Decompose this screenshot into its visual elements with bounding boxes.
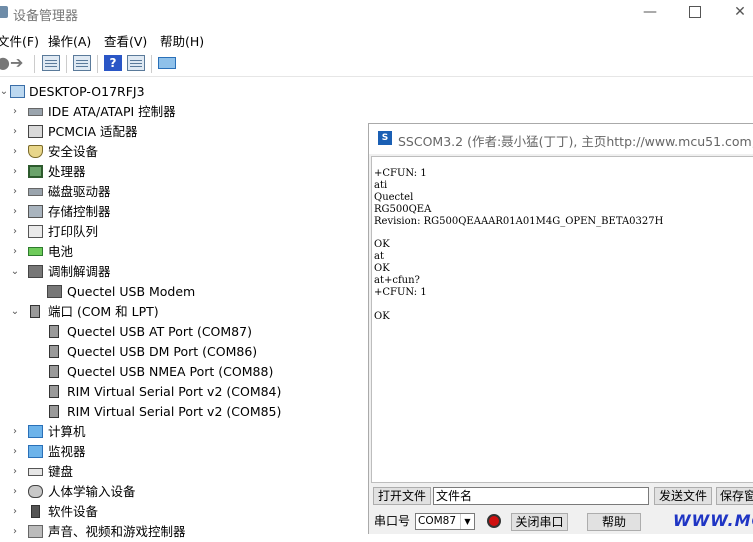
port-select-value: COM87 [418,515,457,527]
chevron-right-icon[interactable]: › [10,462,20,482]
sscom-app-icon: S [378,131,392,145]
title-bar: 设备管理器 — ✕ [0,0,753,27]
menu-bar: 文件(F) 操作(A) 查看(V) 帮助(H) [0,29,753,49]
modem-icon [28,265,43,278]
help-button[interactable]: 帮助 [587,513,641,531]
file-row: 打开文件 文件名 发送文件 保存窗 [369,487,753,509]
terminal-output: +CFUN: 1 ati Quectel RG500QEA Revision: … [374,168,664,322]
keyboard-icon [28,468,43,476]
chevron-right-icon[interactable]: › [10,482,20,502]
pcmcia-adapter-icon [28,125,43,138]
battery-icon [28,247,43,256]
send-file-button[interactable]: 发送文件 [654,487,712,505]
maximize-button[interactable] [672,0,718,27]
close-button[interactable]: ✕ [717,0,753,27]
chevron-right-icon[interactable]: › [10,522,20,542]
port-icon [49,365,59,378]
open-file-button[interactable]: 打开文件 [373,487,431,505]
printer-icon [28,225,43,238]
scan-hardware-icon[interactable] [158,57,176,69]
device-manager-app-icon [0,6,8,18]
chevron-right-icon[interactable]: › [10,442,20,462]
port-select[interactable]: COM87 ▼ [415,513,475,530]
menu-view[interactable]: 查看(V) [104,31,147,50]
toolbar-separator [34,55,35,73]
menu-help[interactable]: 帮助(H) [160,31,204,50]
modem-icon [47,285,62,298]
toolbar-separator [97,55,98,73]
sscom-title-bar[interactable]: S SSCOM3.2 (作者:聂小猛(丁丁), 主页http://www.mcu… [369,124,753,154]
chevron-right-icon[interactable]: › [10,142,20,162]
port-status-led-icon [487,514,501,528]
menu-action[interactable]: 操作(A) [48,31,91,50]
chevron-down-icon[interactable]: ⌄ [10,262,20,282]
receive-textarea[interactable]: +CFUN: 1 ati Quectel RG500QEA Revision: … [371,156,753,483]
toolbar-separator [151,55,152,73]
port-icon [30,305,40,318]
computer-icon [28,425,43,438]
chevron-down-icon[interactable]: ⌄ [10,302,20,322]
chevron-right-icon[interactable]: › [10,242,20,262]
toolbar: ● ➔ ? [0,52,753,77]
chevron-down-icon[interactable]: ⌄ [0,82,9,102]
help-icon[interactable]: ? [104,55,122,71]
toolbar-separator [66,55,67,73]
disk-drive-icon [28,188,43,196]
show-hidden-icon[interactable] [73,55,91,71]
chevron-right-icon[interactable]: › [10,182,20,202]
ide-controller-icon [28,108,43,116]
chevron-right-icon[interactable]: › [10,102,20,122]
forward-arrow-icon[interactable]: ➔ [10,54,23,72]
chevron-right-icon[interactable]: › [10,162,20,182]
view-icon[interactable] [127,55,145,71]
chevron-down-icon[interactable]: ▼ [460,514,474,529]
port-icon [49,325,59,338]
port-icon [49,345,59,358]
sscom-title: SSCOM3.2 (作者:聂小猛(丁丁), 主页http://www.mcu51… [398,134,753,149]
save-window-button[interactable]: 保存窗 [716,487,753,505]
window-title: 设备管理器 [13,9,79,24]
back-arrow-icon[interactable]: ● [0,54,10,72]
processor-icon [28,165,43,178]
sscom-window: S SSCOM3.2 (作者:聂小猛(丁丁), 主页http://www.mcu… [368,123,753,534]
brand-link[interactable]: WWW.MCU [673,511,753,530]
storage-controller-icon [28,205,43,218]
port-icon [49,385,59,398]
computer-icon [10,85,25,98]
filename-input[interactable]: 文件名 [433,487,649,505]
port-icon [49,405,59,418]
minimize-button[interactable]: — [627,0,673,27]
properties-icon[interactable] [42,55,60,71]
software-device-icon [31,505,40,518]
hid-icon [28,485,43,498]
chevron-right-icon[interactable]: › [10,122,20,142]
close-port-button[interactable]: 关闭串口 [511,513,568,531]
chevron-right-icon[interactable]: › [10,202,20,222]
port-row: 串口号 COM87 ▼ 关闭串口 帮助 WWW.MCU [369,511,753,533]
monitor-icon [28,445,43,458]
chevron-right-icon[interactable]: › [10,502,20,522]
security-device-icon [28,145,43,158]
port-label: 串口号 [374,514,411,528]
menu-file[interactable]: 文件(F) [0,31,39,50]
sound-icon [28,525,43,538]
chevron-right-icon[interactable]: › [10,222,20,242]
chevron-right-icon[interactable]: › [10,422,20,442]
